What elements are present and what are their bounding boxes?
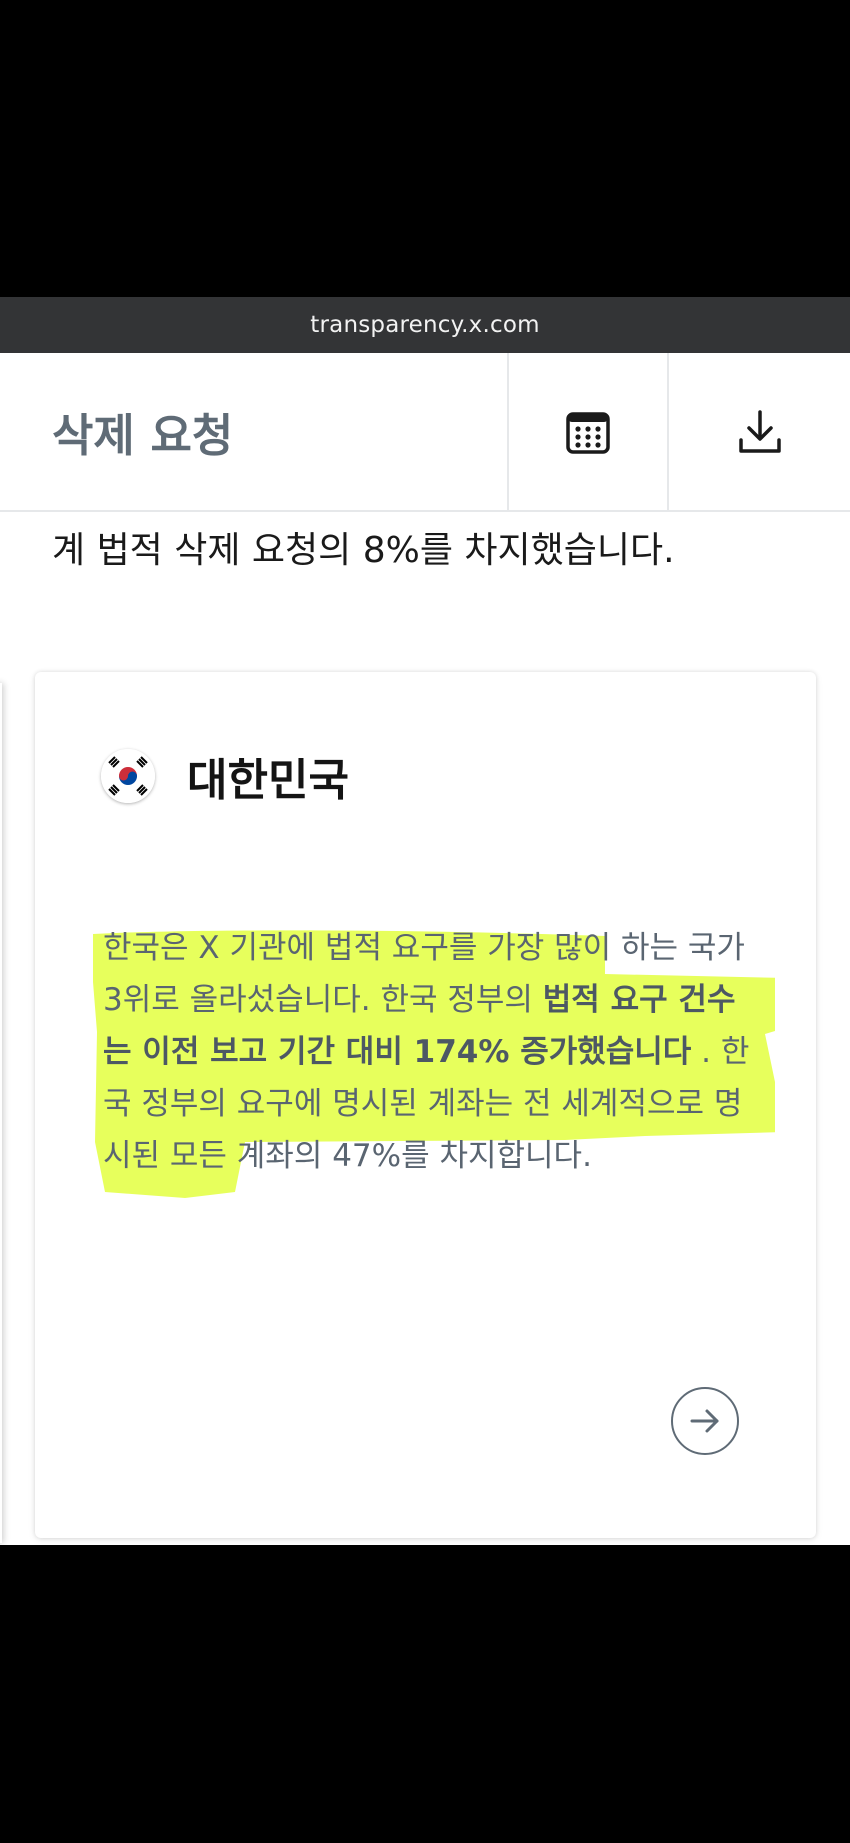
page-header: 삭제 요청 <box>0 353 850 512</box>
country-description: 한국은 X 기관에 법적 요구를 가장 많이 하는 국가 3위로 올라섰습니다.… <box>103 922 753 1182</box>
country-name: 대한민국 <box>187 755 349 806</box>
previous-card-edge[interactable] <box>0 683 2 1543</box>
lead-text: 계 법적 삭제 요청의 8%를 차지했습니다. <box>52 530 675 571</box>
download-icon <box>738 409 781 453</box>
next-button[interactable] <box>671 1387 739 1455</box>
download-button[interactable] <box>669 353 850 510</box>
url-bar[interactable]: transparency.x.com <box>0 297 850 353</box>
south-korea-flag-icon <box>101 749 155 803</box>
url-text: transparency.x.com <box>310 312 540 338</box>
country-row: 대한민국 <box>101 744 349 808</box>
country-card: 대한민국 한국은 X 기관에 법적 요구를 가장 많이 하는 국가 3위로 올라… <box>35 672 816 1538</box>
calendar-button[interactable] <box>509 353 669 510</box>
screen: transparency.x.com 삭제 요청 계 법적 삭제 요청의 8%를… <box>0 0 850 1843</box>
page-title: 삭제 요청 <box>0 353 509 510</box>
arrow-right-icon <box>690 1409 719 1433</box>
page-content: 삭제 요청 계 법적 삭제 요청의 8%를 차지했습니다. 대한민국 한국은 X… <box>0 353 850 1545</box>
calendar-icon <box>566 411 610 454</box>
